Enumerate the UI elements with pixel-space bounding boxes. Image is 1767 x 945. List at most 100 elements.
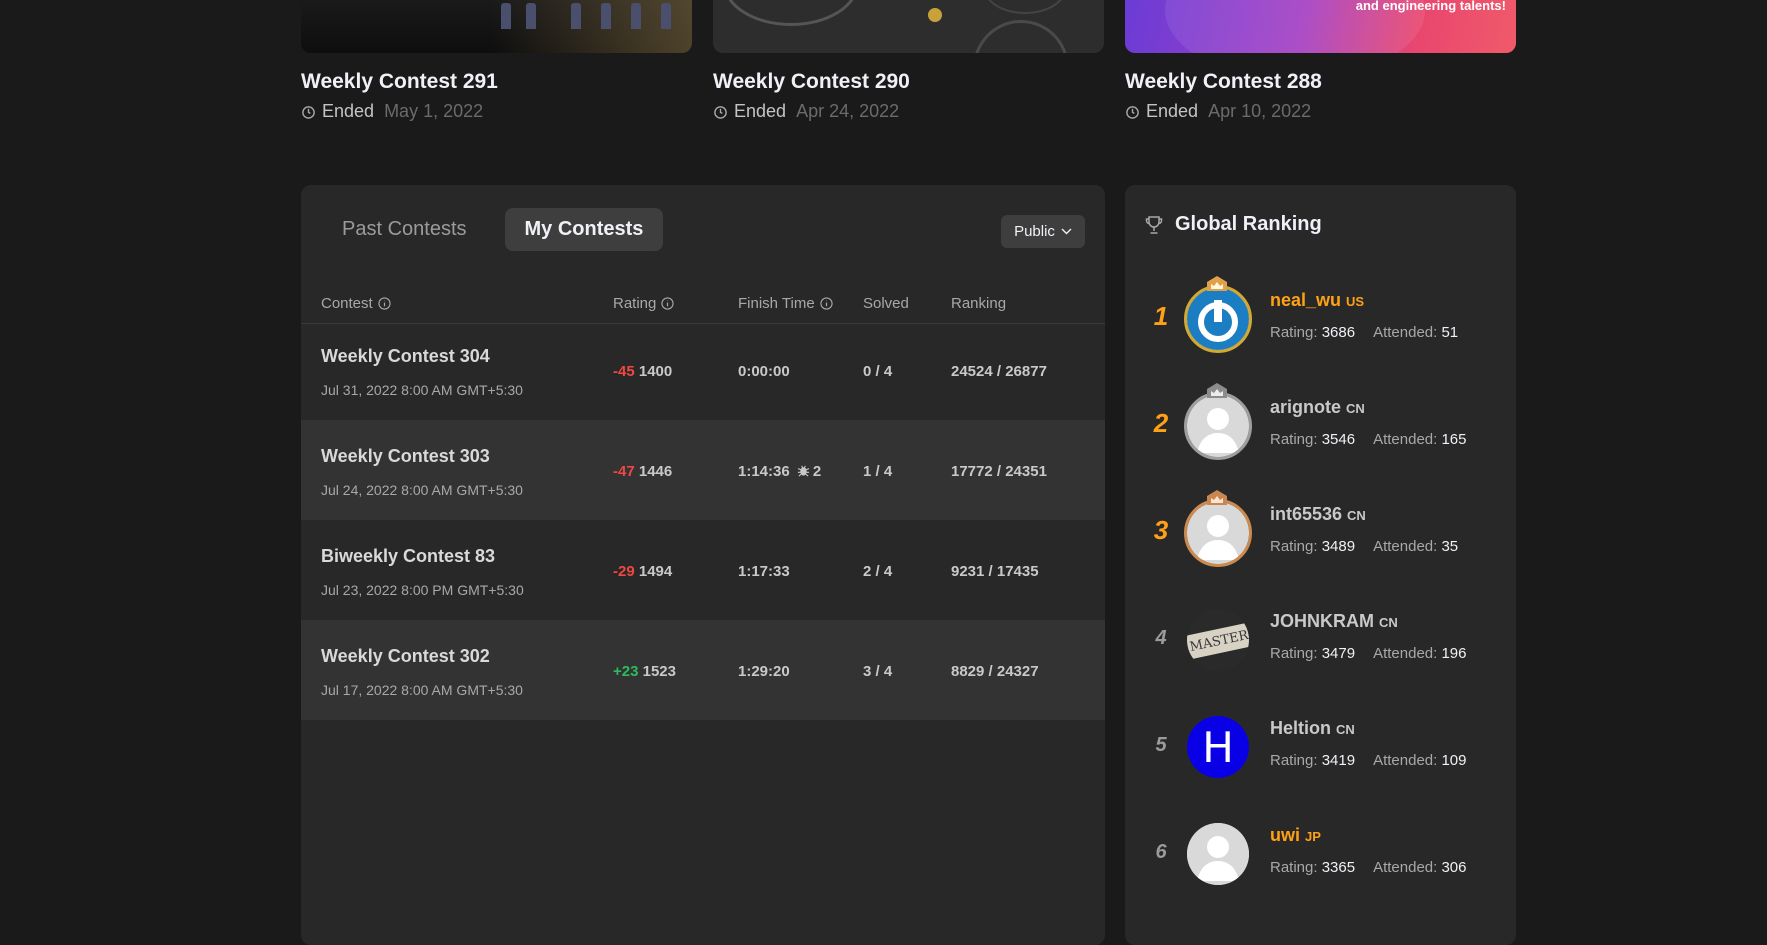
username[interactable]: int65536 CN <box>1270 504 1366 525</box>
bug-count: 2 <box>812 463 822 480</box>
contest-date: Apr 10, 2022 <box>1208 101 1312 121</box>
header-contest: Contest <box>321 295 391 312</box>
row-contest-date: Jul 31, 2022 8:00 AM GMT+5:30 <box>321 382 523 398</box>
contest-title[interactable]: Weekly Contest 291 <box>301 70 692 94</box>
table-row[interactable]: Weekly Contest 302 Jul 17, 2022 8:00 AM … <box>301 620 1105 720</box>
row-ranking: 17772 / 24351 <box>951 463 1047 480</box>
table-header: Contest Rating Finish Time Solved Rankin… <box>301 289 1105 324</box>
user-stats: Rating: 3489 Attended: 35 <box>1270 538 1459 555</box>
username[interactable]: neal_wu US <box>1270 290 1364 311</box>
username[interactable]: Heltion CN <box>1270 718 1355 739</box>
contest-date: Apr 24, 2022 <box>796 101 900 121</box>
row-rating: -47 1446 <box>613 463 673 480</box>
ranking-item[interactable]: 4 MASTER JOHNKRAM CN Rating: 3479 Attended… <box>1125 589 1516 689</box>
contest-rows: Weekly Contest 304 Jul 31, 2022 8:00 AM … <box>301 320 1105 720</box>
ranking-item[interactable]: 2 arignote CN Rating: 3546 Attended: 165 <box>1125 375 1516 475</box>
avatar[interactable]: H <box>1187 716 1249 778</box>
country-code: JP <box>1305 829 1321 844</box>
row-ranking: 9231 / 17435 <box>951 563 1039 580</box>
row-ranking: 24524 / 26877 <box>951 363 1047 380</box>
rank-number: 3 <box>1153 515 1169 545</box>
row-contest-date: Jul 23, 2022 8:00 PM GMT+5:30 <box>321 582 524 598</box>
row-finish-time: 1:14:36 2 <box>738 463 822 480</box>
row-contest-date: Jul 24, 2022 8:00 AM GMT+5:30 <box>321 482 523 498</box>
contest-status: Ended <box>1146 101 1199 121</box>
visibility-dropdown[interactable]: Public <box>1001 215 1085 248</box>
avatar[interactable] <box>1187 823 1249 885</box>
user-stats: Rating: 3546 Attended: 165 <box>1270 431 1467 448</box>
visibility-value: Public <box>1014 223 1055 240</box>
user-stats: Rating: 3419 Attended: 109 <box>1270 752 1467 769</box>
ranking-item[interactable]: 1 neal_wu US Rating: 3686 Attended: 51 <box>1125 268 1516 368</box>
row-solved: 2 / 4 <box>863 563 893 580</box>
avatar-ring <box>1184 392 1252 460</box>
row-contest-name[interactable]: Weekly Contest 304 <box>321 346 490 367</box>
contest-banner[interactable] <box>713 0 1104 53</box>
contest-tabs: Past Contests My Contests <box>322 208 681 251</box>
contest-history-panel: Past Contests My Contests Public Contest… <box>301 185 1105 945</box>
tab-my-contests[interactable]: My Contests <box>504 208 664 251</box>
row-contest-name[interactable]: Biweekly Contest 83 <box>321 546 495 567</box>
row-solved: 0 / 4 <box>863 363 893 380</box>
info-icon[interactable] <box>661 297 674 310</box>
ranking-item[interactable]: 5 H Heltion CN Rating: 3419 Attended: 109 <box>1125 696 1516 796</box>
country-code: CN <box>1346 401 1365 416</box>
crown-icon <box>1207 490 1227 505</box>
clock-icon <box>302 106 315 119</box>
global-ranking-title: Global Ranking <box>1175 213 1322 235</box>
contest-status: Ended <box>322 101 375 121</box>
row-contest-name[interactable]: Weekly Contest 303 <box>321 446 490 467</box>
rank-number: 1 <box>1153 301 1169 331</box>
header-rating: Rating <box>613 295 674 312</box>
tab-past-contests[interactable]: Past Contests <box>322 208 487 251</box>
ranking-item[interactable]: 6 uwi JP Rating: 3365 Attended: 306 <box>1125 803 1516 903</box>
table-row[interactable]: Weekly Contest 303 Jul 24, 2022 8:00 AM … <box>301 420 1105 520</box>
contest-cards: Weekly Contest 291 Ended May 1, 2022 Wee… <box>301 0 1516 130</box>
rank-number: 2 <box>1153 408 1169 438</box>
info-icon[interactable] <box>820 297 833 310</box>
contest-title[interactable]: Weekly Contest 290 <box>713 70 1104 94</box>
banner-text: and engineering talents! <box>1355 0 1506 13</box>
contest-card[interactable]: Weekly Contest 290 Ended Apr 24, 2022 <box>713 0 1104 122</box>
info-icon[interactable] <box>378 297 391 310</box>
ranking-item[interactable]: 3 int65536 CN Rating: 3489 Attended: 35 <box>1125 482 1516 582</box>
avatar-text: MASTER <box>1187 621 1249 661</box>
crown-icon <box>1207 276 1227 291</box>
contest-date: May 1, 2022 <box>384 101 484 121</box>
row-rating: -29 1494 <box>613 563 673 580</box>
user-stats: Rating: 3686 Attended: 51 <box>1270 324 1459 341</box>
clock-icon <box>1126 106 1139 119</box>
avatar[interactable]: MASTER <box>1187 609 1249 671</box>
avatar-ring <box>1184 499 1252 567</box>
country-code: US <box>1346 294 1365 309</box>
bug-icon <box>797 465 810 477</box>
avatar-ring <box>1184 285 1252 353</box>
contest-banner[interactable] <box>301 0 692 53</box>
table-row[interactable]: Biweekly Contest 83 Jul 23, 2022 8:00 PM… <box>301 520 1105 620</box>
row-contest-name[interactable]: Weekly Contest 302 <box>321 646 490 667</box>
rank-number: 5 <box>1155 734 1167 756</box>
global-ranking-header: Global Ranking <box>1145 213 1322 236</box>
global-ranking-panel: Global Ranking 1 neal_wu US Rating: 3686 A… <box>1125 185 1516 945</box>
header-ranking: Ranking <box>951 295 1007 312</box>
row-rating: -45 1400 <box>613 363 673 380</box>
table-row[interactable]: Weekly Contest 304 Jul 31, 2022 8:00 AM … <box>301 320 1105 420</box>
username[interactable]: JOHNKRAM CN <box>1270 611 1398 632</box>
user-stats: Rating: 3479 Attended: 196 <box>1270 645 1467 662</box>
user-stats: Rating: 3365 Attended: 306 <box>1270 859 1467 876</box>
contest-banner[interactable]: and engineering talents! <box>1125 0 1516 53</box>
row-finish-time: 1:29:20 <box>738 663 790 680</box>
country-code: CN <box>1347 508 1366 523</box>
username[interactable]: uwi JP <box>1270 825 1321 846</box>
username[interactable]: arignote CN <box>1270 397 1365 418</box>
avatar-text: H <box>1202 722 1234 772</box>
contest-card[interactable]: and engineering talents! Weekly Contest … <box>1125 0 1516 122</box>
rank-number: 6 <box>1155 841 1167 863</box>
row-rating: +23 1523 <box>613 663 676 680</box>
contest-card[interactable]: Weekly Contest 291 Ended May 1, 2022 <box>301 0 692 122</box>
country-code: CN <box>1379 615 1398 630</box>
trophy-icon <box>1145 215 1163 234</box>
contest-title[interactable]: Weekly Contest 288 <box>1125 70 1516 94</box>
row-solved: 3 / 4 <box>863 663 893 680</box>
row-finish-time: 0:00:00 <box>738 363 790 380</box>
